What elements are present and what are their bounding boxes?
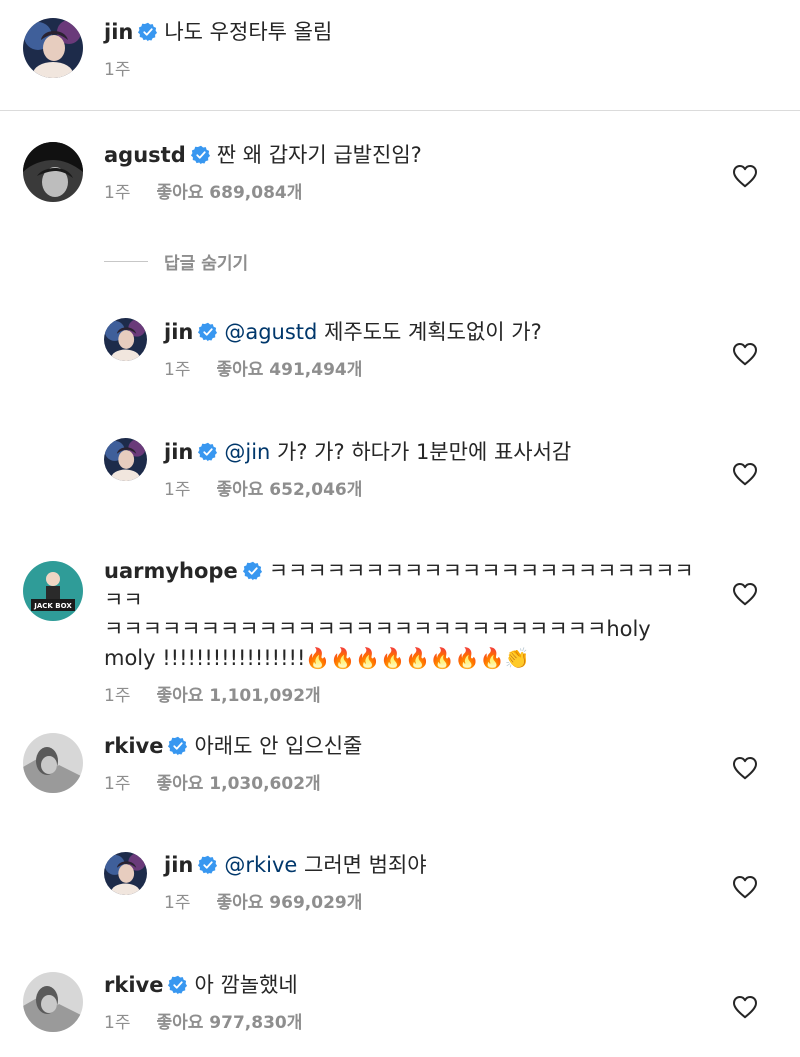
comment-line: jin @jin 가? 가? 하다가 1분만에 표사서감	[164, 437, 571, 467]
comment-body: rkive 아 깜놀했네 1주 좋아요 977,830개	[104, 970, 302, 1033]
jin-avatar[interactable]	[104, 438, 147, 481]
like-heart-icon[interactable]	[732, 756, 758, 780]
agustd-avatar[interactable]	[23, 142, 83, 202]
comment-text: 아 깜놀했네	[194, 973, 298, 997]
fire-clap-emoji-icons: 🔥🔥🔥🔥🔥🔥🔥🔥👏	[305, 646, 530, 670]
jin-avatar[interactable]	[104, 318, 147, 361]
comment-username[interactable]: rkive	[104, 734, 163, 758]
comment-text: 아래도 안 입으신줄	[194, 734, 363, 758]
comment-line: rkive 아 깜놀했네	[104, 970, 302, 1000]
comment-username[interactable]: uarmyhope	[104, 559, 238, 583]
comment-likes[interactable]: 좋아요 652,046개	[216, 480, 362, 500]
comment-username[interactable]: jin	[164, 320, 193, 344]
comment-body: rkive 아래도 안 입으신줄 1주 좋아요 1,030,602개	[104, 731, 362, 794]
comment-mention[interactable]: @agustd	[224, 320, 317, 344]
caption-meta: 1주	[104, 55, 332, 80]
verified-badge-icon	[191, 145, 211, 165]
comment-time[interactable]: 1주	[104, 1013, 130, 1033]
comment-mention[interactable]: @jin	[224, 440, 270, 464]
comment-text: 가? 가? 하다가 1분만에 표사서감	[277, 440, 572, 464]
comment-username[interactable]: agustd	[104, 143, 186, 167]
divider	[0, 110, 800, 111]
jin-avatar[interactable]	[23, 18, 83, 78]
comment-meta: 1주 좋아요 491,494개	[164, 355, 542, 380]
caption-text: 나도 우정타투 올림	[164, 20, 333, 44]
comment-time[interactable]: 1주	[104, 686, 130, 706]
hide-replies-label: 답글 숨기기	[164, 253, 249, 274]
caption-body: jin 나도 우정타투 올림 1주	[104, 17, 332, 80]
comment-likes[interactable]: 좋아요 491,494개	[216, 360, 362, 380]
like-heart-icon[interactable]	[732, 582, 758, 606]
comment-body: uarmyhope ㅋㅋㅋㅋㅋㅋㅋㅋㅋㅋㅋㅋㅋㅋㅋㅋㅋㅋㅋㅋㅋㅋㅋㅋ ㅋㅋㅋㅋㅋㅋㅋ…	[104, 557, 704, 706]
comment-likes[interactable]: 좋아요 1,030,602개	[156, 774, 320, 794]
comment-likes[interactable]: 좋아요 969,029개	[216, 893, 362, 913]
comment-meta: 1주 좋아요 969,029개	[164, 888, 427, 913]
comment-time[interactable]: 1주	[164, 893, 190, 913]
comment-time[interactable]: 1주	[104, 183, 130, 203]
like-heart-icon[interactable]	[732, 164, 758, 188]
comment-meta: 1주 좋아요 977,830개	[104, 1008, 302, 1033]
comment-line: uarmyhope ㅋㅋㅋㅋㅋㅋㅋㅋㅋㅋㅋㅋㅋㅋㅋㅋㅋㅋㅋㅋㅋㅋㅋㅋ ㅋㅋㅋㅋㅋㅋㅋ…	[104, 557, 704, 673]
comment-time[interactable]: 1주	[164, 480, 190, 500]
verified-badge-icon	[138, 22, 158, 42]
comment-likes[interactable]: 좋아요 1,101,092개	[156, 686, 320, 706]
uarmyhope-avatar[interactable]: JACK BOX	[23, 561, 83, 621]
comment-line: rkive 아래도 안 입으신줄	[104, 731, 362, 761]
comment-line: agustd 짠 왜 갑자기 급발진임?	[104, 140, 422, 170]
caption-time[interactable]: 1주	[104, 60, 130, 80]
hide-replies-dash	[104, 260, 148, 262]
comment-time[interactable]: 1주	[104, 774, 130, 794]
comment-meta: 1주 좋아요 689,084개	[104, 178, 422, 203]
comment-meta: 1주 좋아요 1,030,602개	[104, 769, 362, 794]
comment-username[interactable]: rkive	[104, 973, 163, 997]
comment-line: jin @rkive 그러면 범죄야	[164, 850, 427, 880]
comment-body: jin @rkive 그러면 범죄야 1주 좋아요 969,029개	[164, 850, 427, 913]
verified-badge-icon	[243, 561, 263, 581]
comment-text-part2: ㅋㅋㅋㅋㅋㅋㅋㅋㅋㅋㅋㅋㅋㅋㅋㅋㅋㅋㅋㅋㅋㅋㅋㅋㅋㅋholy	[104, 617, 651, 641]
post-caption: jin 나도 우정타투 올림 1주	[0, 0, 800, 111]
hide-replies-button[interactable]: 답글 숨기기	[104, 249, 249, 274]
jin-avatar[interactable]	[104, 852, 147, 895]
svg-text:JACK BOX: JACK BOX	[33, 602, 72, 610]
like-heart-icon[interactable]	[732, 462, 758, 486]
comment-username[interactable]: jin	[164, 440, 193, 464]
comment-text: 짠 왜 갑자기 급발진임?	[216, 143, 422, 167]
comment-body: jin @agustd 제주도도 계획도없이 가? 1주 좋아요 491,494개	[164, 317, 542, 380]
verified-badge-icon	[198, 442, 218, 462]
comment-username[interactable]: jin	[164, 853, 193, 877]
comment-body: jin @jin 가? 가? 하다가 1분만에 표사서감 1주 좋아요 652,04…	[164, 437, 571, 500]
like-heart-icon[interactable]	[732, 995, 758, 1019]
comment-text: 그러면 범죄야	[304, 853, 427, 877]
verified-badge-icon	[168, 736, 188, 756]
comment-mention[interactable]: @rkive	[224, 853, 297, 877]
comment-time[interactable]: 1주	[164, 360, 190, 380]
rkive-avatar[interactable]	[23, 733, 83, 793]
verified-badge-icon	[198, 855, 218, 875]
caption-username[interactable]: jin	[104, 20, 133, 44]
like-heart-icon[interactable]	[732, 342, 758, 366]
comment-line: jin @agustd 제주도도 계획도없이 가?	[164, 317, 542, 347]
caption-line: jin 나도 우정타투 올림	[104, 17, 332, 47]
comment-text-part3: moly !!!!!!!!!!!!!!!!!	[104, 646, 306, 670]
comment-body: agustd 짠 왜 갑자기 급발진임? 1주 좋아요 689,084개	[104, 140, 422, 203]
comment-likes[interactable]: 좋아요 977,830개	[156, 1013, 302, 1033]
comment-meta: 1주 좋아요 652,046개	[164, 475, 571, 500]
verified-badge-icon	[168, 975, 188, 995]
rkive-avatar[interactable]	[23, 972, 83, 1032]
like-heart-icon[interactable]	[732, 875, 758, 899]
comment-meta: 1주 좋아요 1,101,092개	[104, 681, 704, 706]
comment-text: 제주도도 계획도없이 가?	[324, 320, 542, 344]
comment-likes[interactable]: 좋아요 689,084개	[156, 183, 302, 203]
verified-badge-icon	[198, 322, 218, 342]
